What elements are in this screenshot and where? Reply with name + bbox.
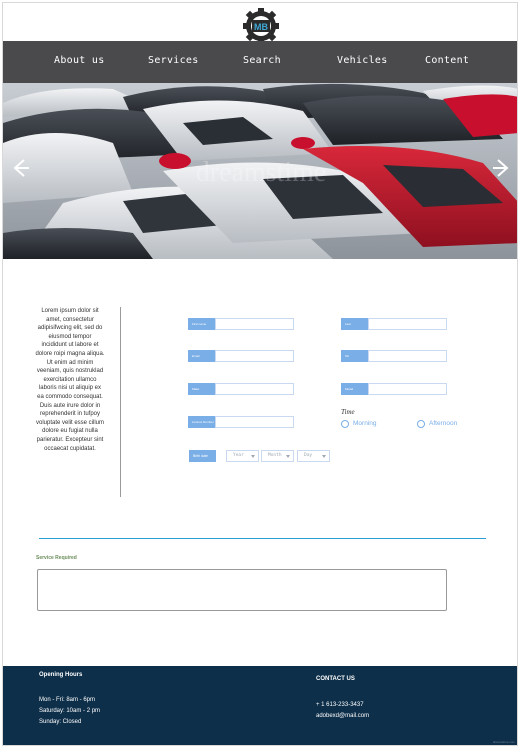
opening-hours-title: Opening Hours (39, 672, 83, 678)
radio-label: Morning (353, 420, 377, 427)
nav-item-search[interactable]: Search (243, 55, 281, 66)
field-label: Email (188, 350, 215, 362)
hours-sunday: Sunday: Closed (39, 719, 82, 725)
field-label: Tel (341, 350, 368, 362)
nav-item-vehicles[interactable]: Vehicles (337, 55, 388, 66)
model-input[interactable] (368, 383, 447, 395)
radio-circle-icon (341, 420, 349, 428)
field-label: Model (341, 383, 368, 395)
hours-weekdays: Mon - Fri: 8am - 6pm (39, 697, 96, 703)
model-field[interactable]: Model (341, 383, 447, 395)
main-nav: About us Services Search Vehicles Conten… (3, 41, 517, 83)
gear-logo-icon: MB (243, 8, 279, 43)
chevron-down-icon (286, 455, 290, 458)
arrow-right-icon[interactable] (491, 157, 513, 179)
select-text: Month (268, 453, 282, 458)
hours-saturday: Saturday: 10am - 2 pm (39, 708, 101, 714)
last-name-input[interactable] (368, 318, 447, 330)
email-input[interactable] (215, 350, 294, 362)
radio-circle-icon (417, 420, 425, 428)
section-divider (39, 538, 486, 539)
licence-number-input[interactable] (215, 416, 294, 428)
select-text: Year (233, 453, 244, 458)
arrow-left-icon[interactable] (9, 157, 31, 179)
field-label: Licence Number (188, 416, 215, 428)
radio-morning[interactable]: Morning (341, 419, 391, 429)
nav-item-about[interactable]: About us (54, 55, 105, 66)
field-label: Last (341, 318, 368, 330)
footer-watermark: dreamstime.com (492, 740, 515, 744)
service-required-textarea[interactable] (37, 569, 447, 611)
page: MB About us Services Search Vehicles Con… (2, 2, 518, 746)
select-text: Day (304, 453, 313, 458)
make-input[interactable] (215, 383, 294, 395)
chevron-down-icon (251, 455, 255, 458)
parking-lot-image: dreamstime (3, 83, 517, 259)
tel-field[interactable]: Tel (341, 350, 447, 362)
email-field[interactable]: Email (188, 350, 294, 362)
day-select[interactable]: Day (297, 450, 330, 462)
first-name-input[interactable] (215, 318, 294, 330)
contact-email[interactable]: adobexd@mail.com (316, 713, 369, 719)
vertical-divider (120, 307, 121, 497)
brand-logo[interactable]: MB (241, 7, 281, 43)
radio-afternoon[interactable]: Afternoon (417, 419, 473, 429)
chevron-down-icon (322, 455, 326, 458)
contact-phone[interactable]: + 1 613-233-3437 (316, 702, 364, 708)
field-label: First name (188, 318, 215, 330)
last-name-field[interactable]: Last (341, 318, 447, 330)
hero-watermark: dreamstime (196, 157, 327, 188)
footer: Opening Hours Mon - Fri: 8am - 6pm Satur… (3, 666, 517, 745)
contact-title: CONTACT US (316, 676, 355, 682)
make-field[interactable]: Make (188, 383, 294, 395)
hero-carousel: dreamstime (3, 83, 517, 259)
service-required-label: Service Required (36, 555, 77, 561)
nav-item-services[interactable]: Services (148, 55, 199, 66)
dob-label: Birth date (189, 450, 216, 462)
field-label: Make (188, 383, 215, 395)
time-label: Time (341, 408, 355, 416)
month-select[interactable]: Month (261, 450, 294, 462)
logo-text: MB (254, 22, 268, 32)
licence-number-field[interactable]: Licence Number (188, 416, 294, 428)
radio-label: Afternoon (429, 420, 458, 427)
tel-input[interactable] (368, 350, 447, 362)
nav-item-content[interactable]: Content (425, 55, 469, 66)
first-name-field[interactable]: First name (188, 318, 294, 330)
intro-text: Lorem ipsum dolor sit amet, consectetur … (35, 308, 105, 452)
year-select[interactable]: Year (226, 450, 259, 462)
